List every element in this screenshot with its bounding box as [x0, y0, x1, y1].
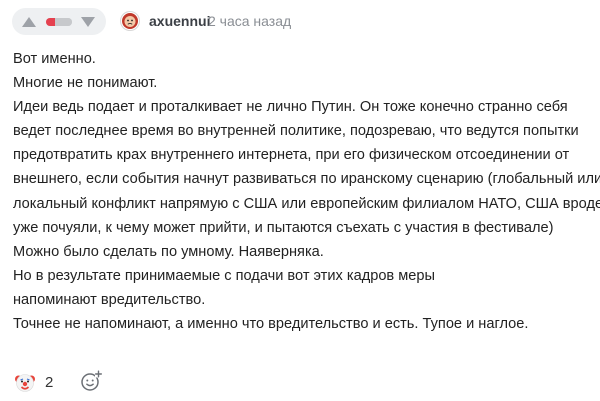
rating-bar-rest: [54, 17, 72, 26]
comment-line: Точнее не напоминают, а именно что вреди…: [13, 316, 529, 333]
add-reaction-smiley-icon[interactable]: [80, 370, 102, 392]
comment-line: уже почуяли, к чему может прийти, и пыта…: [13, 219, 554, 236]
downvote-arrow-icon[interactable]: [80, 16, 96, 28]
upvote-arrow-icon[interactable]: [21, 16, 37, 28]
comment-line: предотвратить крах внутреннего интернета…: [13, 147, 570, 164]
comment-line: Идеи ведь подает и проталкивает не лично…: [13, 99, 568, 116]
comment-line: внешнего, если события начнут развиватьс…: [13, 171, 600, 188]
comment-body: Вот именно. Многие не понимают. Идеи вед…: [13, 47, 600, 336]
vote-control: [12, 8, 106, 35]
reaction-clown[interactable]: 2: [14, 369, 53, 395]
timestamp: 2 часа назад: [208, 13, 292, 29]
rating-bar: [45, 17, 72, 26]
comment-line: Но в результате принимаемые с подачи вот…: [13, 267, 435, 284]
rating-bar-negative: [45, 17, 55, 26]
username[interactable]: axuennui: [149, 13, 210, 29]
avatar[interactable]: [120, 11, 140, 31]
comment: axuennui 2 часа назад Вот именно. Многие…: [0, 0, 600, 401]
comment-line: Вот именно.: [13, 51, 96, 67]
comment-line: Можно было сделать по умному. Наяверняка…: [13, 243, 324, 260]
comment-line: ведет последнее время во внутренней поли…: [13, 123, 579, 140]
comment-header: axuennui 2 часа назад: [0, 0, 600, 44]
comment-line: локальный конфликт напрямую с США или ев…: [13, 195, 600, 212]
reaction-count: 2: [45, 373, 54, 391]
sad-face-avatar-icon: [122, 13, 138, 29]
comment-line: Многие не понимают.: [13, 75, 158, 92]
comment-line: напоминают вредительство.: [13, 291, 206, 308]
clown-face-icon: [15, 374, 35, 392]
